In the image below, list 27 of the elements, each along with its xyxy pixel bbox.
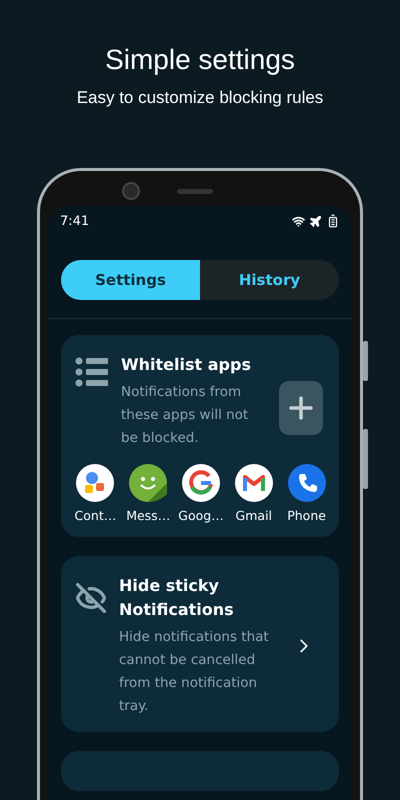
list-icon bbox=[75, 357, 109, 387]
contacts-app-icon[interactable] bbox=[76, 464, 114, 502]
card-description: Notifications from these apps will not be blocked. bbox=[121, 383, 250, 448]
app-label: Cont… bbox=[74, 508, 116, 523]
eye-off-icon bbox=[75, 582, 107, 614]
app-label: Phone bbox=[287, 508, 326, 523]
chat-app-icon[interactable] bbox=[129, 464, 168, 502]
app-label: Mess… bbox=[126, 508, 170, 523]
add-button[interactable] bbox=[279, 381, 323, 435]
card-title: Whitelist apps bbox=[121, 354, 252, 376]
google-app-icon[interactable] bbox=[182, 464, 220, 502]
wifi-icon bbox=[292, 214, 305, 228]
settings-card[interactable]: Hide sticky Notifications Hide notifications that cannot be cancelled from the notification tray. bbox=[61, 556, 339, 732]
airplane-icon bbox=[309, 214, 322, 228]
page-title: Simple settings bbox=[105, 44, 295, 76]
battery-icon bbox=[326, 214, 340, 228]
camera-icon bbox=[122, 182, 140, 200]
card-description: Hide notifications that cannot be cancelled from the notification tray. bbox=[119, 628, 270, 716]
status-time: 7:41 bbox=[60, 214, 90, 228]
tab[interactable]: Settings bbox=[61, 260, 200, 300]
app-label: Gmail bbox=[236, 508, 272, 523]
tab[interactable]: History bbox=[200, 260, 339, 300]
app-label: Goog… bbox=[178, 508, 224, 523]
phone-app-icon[interactable] bbox=[288, 464, 326, 502]
mail-app-icon[interactable] bbox=[234, 464, 273, 502]
card-title: Hide sticky Notifications bbox=[119, 575, 235, 621]
page-subtitle: Easy to customize blocking rules bbox=[76, 88, 324, 108]
